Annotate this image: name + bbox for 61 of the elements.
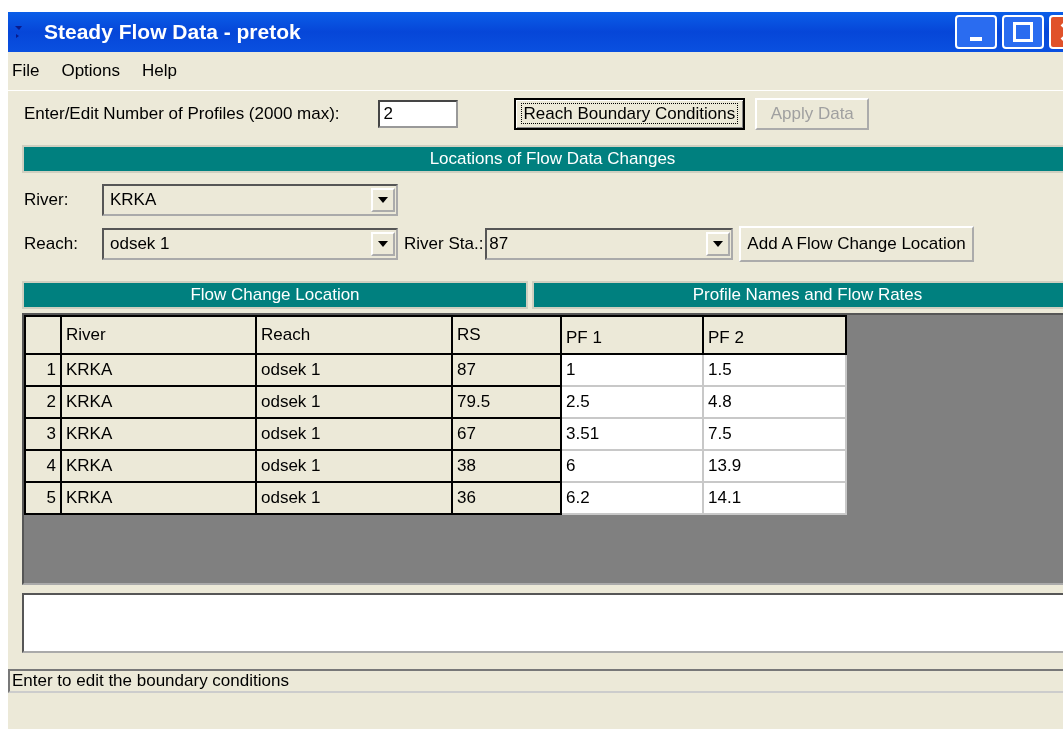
action-button[interactable]: Reach Boundary Conditions [513,98,746,130]
row-number: 3 [25,418,61,450]
menu-item[interactable]: File [12,62,40,80]
table-cell[interactable]: 1 [561,354,703,386]
table-cell: odsek 1 [256,450,452,482]
menu-item[interactable]: Help [142,62,177,80]
window-title: Steady Flow Data - pretok [44,20,302,44]
table-cell[interactable]: 6 [561,450,703,482]
table-cell[interactable]: 6.2 [561,482,703,514]
table-cell: KRKA [61,418,256,450]
table-cell: 67 [452,418,561,450]
river-label: River: [24,190,70,210]
column-header: PF 2 [703,316,846,354]
column-header: PF 1 [561,316,703,354]
dropdown-arrow-icon [713,241,724,247]
column-header: Reach [256,316,452,354]
table-cell: KRKA [61,482,256,514]
row-number: 5 [25,482,61,514]
minimize-button[interactable] [955,15,997,49]
maximize-icon [1013,22,1033,42]
row-number: 1 [25,354,61,386]
table-cell[interactable]: 2.5 [561,386,703,418]
table-cell: 79.5 [452,386,561,418]
reach-dropdown[interactable]: odsek 1 [102,228,398,260]
table-cell[interactable]: 7.5 [703,418,846,450]
table-cell: 87 [452,354,561,386]
table-cell: KRKA [61,354,256,386]
dropdown-arrow-icon [378,197,388,203]
reach-label: Reach: [24,234,79,254]
column-header: RS [452,316,561,354]
menu-item[interactable]: Options [61,62,120,80]
section-header: Locations of Flow Data Changes [22,145,1063,173]
status-bar: Enter to edit the boundary conditions [8,669,1063,693]
add-location-button[interactable]: Add A Flow Change Location [739,226,974,262]
river-station-dropdown[interactable]: 87 [485,228,734,260]
table-cell: odsek 1 [256,354,452,386]
table-cell: 36 [452,482,561,514]
profiles-label: Enter/Edit Number of Profiles (2000 max): [24,104,340,124]
table-cell: KRKA [61,450,256,482]
table-cell[interactable]: 3.51 [561,418,703,450]
table-cell[interactable]: 13.9 [703,450,846,482]
table-cell: odsek 1 [256,418,452,450]
table-cell[interactable]: 1.5 [703,354,846,386]
profiles-field[interactable]: 2 [377,100,458,128]
maximize-button[interactable] [1002,15,1044,49]
column-header: River [61,316,256,354]
minimize-icon [970,37,982,41]
table-cell: odsek 1 [256,482,452,514]
table-cell[interactable]: 4.8 [703,386,846,418]
table-cell: 38 [452,450,561,482]
dropdown-arrow-icon [378,241,388,247]
group-header: Profile Names and Flow Rates [532,281,1063,309]
corner-cell [25,316,61,354]
group-header: Flow Change Location [22,281,528,309]
row-number: 2 [25,386,61,418]
table-cell: odsek 1 [256,386,452,418]
row-number: 4 [25,450,61,482]
table-cell[interactable]: 14.1 [703,482,846,514]
river-station-label: River Sta.: [404,234,484,254]
river-dropdown[interactable]: KRKA [102,184,398,216]
table-cell: KRKA [61,386,256,418]
